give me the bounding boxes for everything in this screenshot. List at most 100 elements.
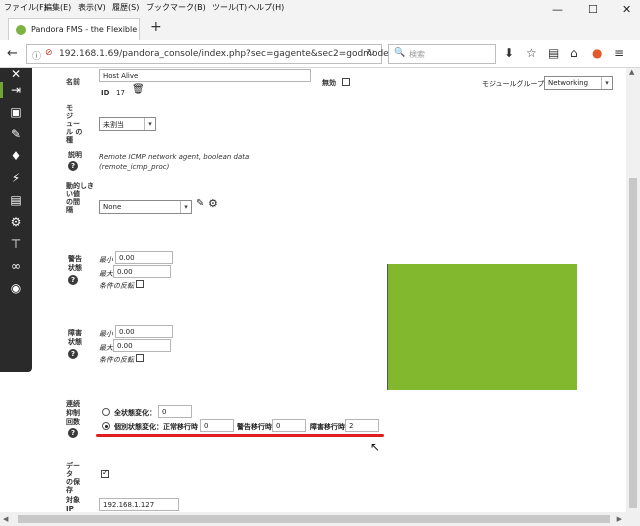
menu-history[interactable]: 履歴(S) [112,2,139,13]
ff-all-radio[interactable] [102,408,110,416]
scroll-left-icon[interactable]: ◀ [3,515,8,523]
ff-normal-input[interactable]: 0 [200,419,234,432]
ff-label-1: 連続 [66,400,80,408]
menu-help[interactable]: ヘルプ(H) [248,2,284,13]
back-button[interactable]: ← [7,46,18,61]
module-type-select[interactable]: 未割当 ▾ [99,117,156,131]
ff-warning-label: 警告移行時 [237,423,272,431]
reload-icon[interactable]: ↻ [367,48,375,59]
ff-critical-input[interactable]: 2 [345,419,379,432]
id-label: ID [101,89,110,97]
menu-edit[interactable]: 編集(E) [44,2,71,13]
ff-warning-input[interactable]: 0 [272,419,306,432]
horizontal-scroll-thumb[interactable] [18,515,610,523]
ff-all-input[interactable]: 0 [158,405,192,418]
module-group-value: Networking [548,79,589,87]
dynamic-threshold-label-1: 動的しき [66,182,94,190]
search-input[interactable]: 🔍 検索 [388,44,496,64]
historical-data-checkbox[interactable] [101,468,109,478]
vertical-scroll-thumb[interactable] [629,178,637,508]
help-icon[interactable]: ? [68,161,78,171]
tab-pandora[interactable]: Pandora FMS - the Flexible M [8,18,140,40]
url-bar[interactable]: ⓘ ⊘ 192.168.1.69/pandora_console/index.p… [26,44,392,64]
module-group-select[interactable]: Networking ▾ [544,76,613,90]
help-icon[interactable]: ? [68,349,78,359]
monitoring-icon[interactable]: ⇥ [0,82,32,98]
scroll-up-icon[interactable]: ▲ [629,68,634,76]
delete-trash-icon[interactable]: 🗑 [132,84,145,95]
warning-label-1: 警告 [68,255,82,263]
home-icon[interactable]: ⌂ [570,46,578,60]
bookmark-star-icon[interactable]: ☆ [526,46,537,60]
horizontal-scrollbar[interactable]: ◀ ▶ [0,512,640,526]
critical-max-input[interactable]: 0.00 [113,339,171,352]
dynamic-threshold-label-2: い値 [66,190,80,198]
extension-icon[interactable]: ● [592,46,602,60]
help-icon[interactable]: ? [68,275,78,285]
vertical-scrollbar[interactable]: ▲ [626,68,640,512]
critical-min-label: 最小 [99,330,113,338]
servers-icon[interactable]: ▤ [8,192,24,208]
threshold-graph [387,264,577,390]
description-label: 説明 [68,151,82,159]
tools-wrench-icon[interactable]: ✎ [8,126,24,142]
warning-max-input[interactable]: 0.00 [113,265,171,278]
links-icon[interactable]: ∞ [8,258,24,274]
target-ip-input[interactable]: 192.168.1.127 [99,498,179,511]
navigation-bar: ← ⓘ ⊘ 192.168.1.69/pandora_console/index… [0,40,640,68]
dynamic-threshold-select[interactable]: None ▾ [99,200,192,214]
warning-min-input[interactable]: 0.00 [115,251,173,264]
module-type-label-1: モ [66,104,73,112]
red-highlight-underline [96,434,384,437]
library-icon[interactable]: ▤ [548,46,559,60]
reports-icon[interactable]: ▣ [8,104,24,120]
info-icon[interactable]: ⓘ [32,49,41,62]
update-manager-icon[interactable]: ◉ [8,280,24,296]
disabled-label: 無効 [322,79,336,87]
menu-tools[interactable]: ツール(T) [212,2,247,13]
hamburger-menu-icon[interactable]: ≡ [614,46,624,60]
scroll-right-icon[interactable]: ▶ [617,515,622,523]
settings-gear-icon[interactable]: ⚙ [8,214,24,230]
ff-individual-radio[interactable] [102,422,110,430]
menu-bookmarks[interactable]: ブックマーク(B) [146,2,206,13]
menu-view[interactable]: 表示(V) [78,2,106,13]
download-icon[interactable]: ⬇ [504,46,514,60]
critical-invert-label: 条件の反転 [99,356,134,364]
historical-label-3: の保 [66,478,80,486]
advanced-gear-icon[interactable]: ⚙ [208,197,218,210]
warning-invert-label: 条件の反転 [99,282,134,290]
description-line-2: (remote_icmp_proc) [99,163,170,171]
tab-bar: Pandora FMS - the Flexible M + [0,14,640,40]
help-icon[interactable]: ? [68,428,78,438]
target-ip-label-1: 対象 [66,496,80,504]
tab-title: Pandora FMS - the Flexible M [31,25,137,34]
chevron-down-icon: ▾ [601,77,612,89]
historical-label-4: 存 [66,486,73,494]
url-text[interactable]: 192.168.1.69/pandora_console/index.php?s… [59,49,392,59]
historical-label-1: デー [66,462,80,470]
critical-invert-checkbox[interactable] [136,354,144,362]
critical-max-label: 最大 [99,344,113,352]
ff-individual-label: 個別状態変化：正常移行時 [114,423,198,431]
ff-label-3: 回数 [66,418,80,426]
alerts-bell-icon[interactable]: ♦ [8,148,24,164]
warning-min-label: 最小 [99,256,113,264]
edit-pencil-icon[interactable]: ✎ [196,198,204,209]
search-icon: 🔍 [394,48,406,58]
events-bolt-icon[interactable]: ⚡ [8,170,24,186]
name-input[interactable]: Host Alive [99,69,311,82]
critical-min-input[interactable]: 0.00 [115,325,173,338]
disabled-checkbox[interactable] [342,78,350,86]
collapse-sidebar-icon[interactable]: ✕ [8,68,24,82]
module-type-label-5: 種 [66,136,73,144]
dynamic-threshold-label-3: の間 [66,198,80,206]
warning-invert-checkbox[interactable] [136,280,144,288]
menu-file[interactable]: ファイル(F) [4,2,47,13]
new-tab-button[interactable]: + [150,19,162,35]
module-type-label-2: ジ [66,112,73,120]
search-placeholder: 検索 [409,50,425,59]
insecure-lock-icon[interactable]: ⊘ [45,48,53,58]
critical-label-1: 障害 [68,329,82,337]
admin-tools-icon[interactable]: ⊤ [8,236,24,252]
